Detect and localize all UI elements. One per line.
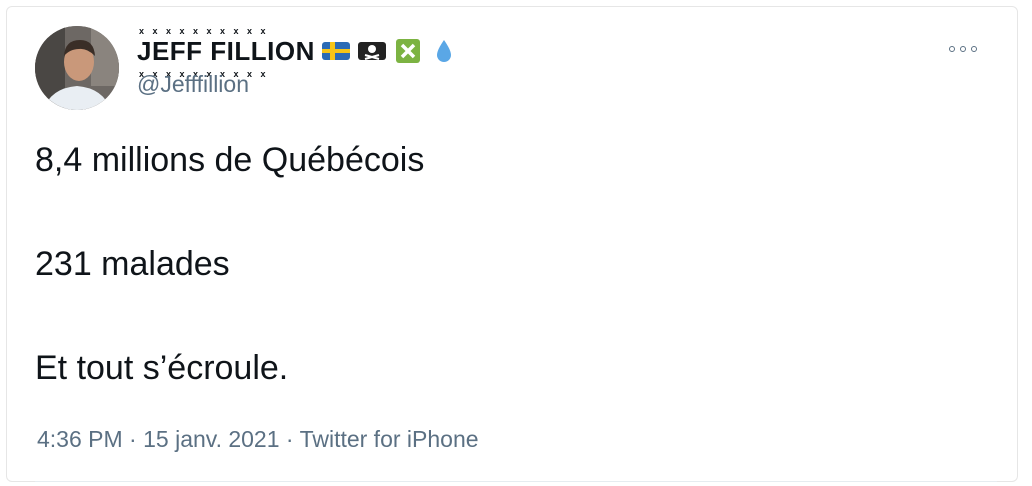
tweet-date[interactable]: 15 janv. 2021 — [143, 426, 279, 452]
pirate-flag-icon — [357, 42, 386, 60]
avatar[interactable] — [35, 26, 119, 110]
droplet-icon — [436, 40, 451, 62]
dot — [960, 46, 966, 52]
tweet-source[interactable]: Twitter for iPhone — [300, 426, 479, 452]
sweden-flag-icon — [321, 42, 350, 60]
meta-separator: · — [129, 426, 137, 452]
more-options-icon[interactable] — [949, 39, 977, 59]
author-handle[interactable]: @Jefffillion — [137, 71, 249, 98]
divider — [35, 481, 997, 482]
cross-mark-icon — [395, 39, 420, 63]
tweet-text-line: 231 malades — [35, 245, 230, 283]
tweet-card: JEFF FILLION @Jefffillion 8,4 millions d… — [6, 6, 1018, 482]
tweet-text-line: 8,4 millions de Québécois — [35, 141, 425, 179]
tweet-time[interactable]: 4:36 PM — [37, 426, 123, 452]
author-display-name[interactable]: JEFF FILLION — [137, 26, 315, 79]
dot — [949, 46, 955, 52]
author-name-row[interactable]: JEFF FILLION — [137, 26, 459, 79]
meta-separator: · — [285, 426, 294, 452]
avatar-image — [35, 26, 119, 110]
dot — [971, 46, 977, 52]
tweet-meta: 4:36 PM · 15 janv. 2021 · Twitter for iP… — [37, 426, 479, 453]
tweet-text-line: Et tout s’écroule. — [35, 349, 289, 387]
